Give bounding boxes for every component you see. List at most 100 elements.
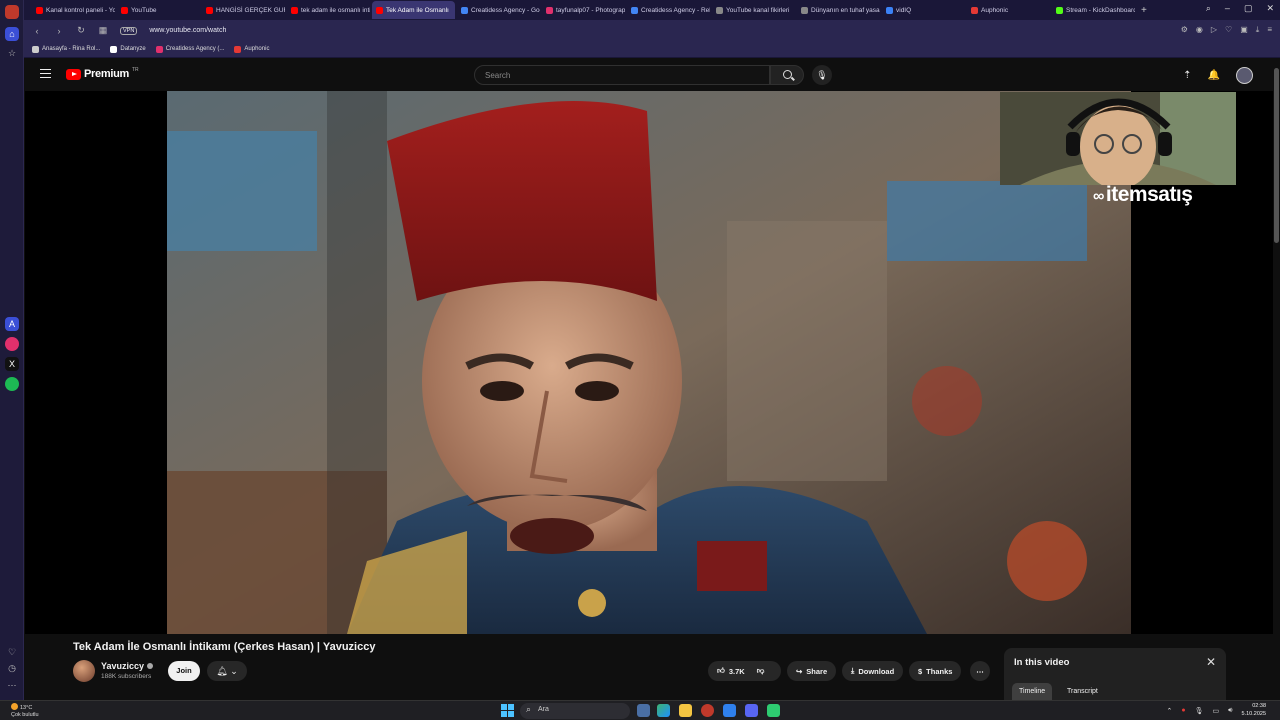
maximize-icon[interactable]: ▢ — [1244, 3, 1253, 14]
taskbar-search[interactable]: Ara — [520, 703, 630, 719]
search-tabs-icon[interactable]: ⌕ — [1206, 3, 1211, 14]
tab-favicon-icon — [376, 6, 383, 14]
search-input[interactable]: Search — [474, 65, 770, 85]
history-icon[interactable]: ◷ — [5, 661, 19, 675]
start-button[interactable] — [501, 704, 514, 717]
browser-tab[interactable]: Kanal kontrol paneli - You — [32, 1, 115, 19]
browser-tab[interactable]: YouTube kanal fikirleri — [712, 1, 795, 19]
browser-tab[interactable]: YouTube — [117, 1, 200, 19]
heart-icon[interactable]: ♡ — [5, 645, 19, 659]
youtube-logo[interactable]: Premium TR — [66, 67, 139, 80]
address-bar: ‹ › ↻ ▦ VPN www.youtube.com/watch ⚙ ◉ ▷ … — [24, 20, 1280, 41]
url-field[interactable]: www.youtube.com/watch — [149, 27, 226, 34]
notifications-bell-icon[interactable]: 🔔 — [1208, 70, 1220, 81]
thumbs-down-icon[interactable]: 👎︎ — [757, 666, 765, 676]
camera-icon[interactable]: ◉ — [1196, 25, 1203, 35]
extension-icon[interactable]: ⚙ — [1181, 25, 1188, 35]
voice-search-button[interactable]: 🎙 — [812, 65, 832, 85]
close-window-icon[interactable]: ✕ — [1266, 3, 1274, 14]
account-avatar[interactable] — [1236, 67, 1253, 84]
mic-tray-icon[interactable]: 🎙︎ — [1195, 707, 1204, 715]
tab-timeline[interactable]: Timeline — [1012, 683, 1053, 700]
verified-icon — [147, 663, 154, 669]
subscription-bell-button[interactable]: 🔔︎ ⌄ — [207, 661, 247, 681]
bookmark-item[interactable]: Creatidess Agency (... — [155, 45, 224, 53]
play-icon[interactable]: ▷ — [1211, 25, 1217, 35]
share-icon: ↪ — [796, 666, 803, 676]
browser-tab[interactable]: vidIQ — [882, 1, 965, 19]
hamburger-menu-icon[interactable] — [40, 69, 51, 78]
browser-tab[interactable]: Dünyanın en tuhaf yasala — [797, 1, 880, 19]
search-button[interactable] — [770, 65, 804, 85]
heart-icon[interactable]: ♡ — [1225, 25, 1232, 35]
star-icon[interactable]: ☆ — [5, 46, 19, 60]
home-icon[interactable]: ⌂ — [5, 27, 19, 41]
discord-icon[interactable] — [745, 704, 758, 717]
tray-chevron-icon[interactable]: ⌃ — [1166, 707, 1172, 715]
search-icon — [783, 70, 792, 79]
browser-tab[interactable]: Tek Adam ile Osmanlı — [372, 1, 455, 19]
more-actions-icon: ⋯ — [976, 666, 984, 676]
speed-dial-icon[interactable]: ▦ — [98, 25, 108, 36]
video-frame[interactable] — [167, 91, 1131, 634]
bookmark-item[interactable]: Datanyze — [110, 45, 146, 53]
tray-app-icon[interactable]: ● — [1181, 707, 1185, 714]
share-button[interactable]: ↪ Share — [787, 661, 837, 681]
wallet-icon[interactable]: ▣ — [1240, 25, 1248, 35]
date: 5.10.2025 — [1241, 710, 1266, 717]
browser-tab[interactable]: HANGİSİ GERÇEK GURBET — [202, 1, 285, 19]
weather-temp: 13°C — [20, 705, 33, 711]
scrollbar-thumb[interactable] — [1274, 68, 1279, 243]
download-icon[interactable]: ⤓ — [1256, 25, 1260, 35]
task-view-icon[interactable] — [637, 704, 650, 717]
like-dislike-button[interactable]: 👍︎ 3.7K 👎︎ — [708, 661, 781, 681]
bookmark-label: Datanyze — [120, 46, 146, 52]
forward-icon[interactable]: › — [54, 26, 64, 36]
browser-tab[interactable]: tek adam ile osmanlı intik — [287, 1, 370, 19]
reload-icon[interactable]: ↻ — [76, 25, 86, 36]
file-explorer-icon[interactable] — [679, 704, 692, 717]
clock[interactable]: 02:38 5.10.2025 — [1242, 703, 1266, 718]
tab-label: Creatidess Agency - Goog — [471, 6, 540, 14]
aria-icon[interactable]: A — [5, 317, 19, 331]
channel-avatar[interactable] — [73, 660, 95, 682]
browser-tab[interactable]: tayfunalp07 - Photograph — [542, 1, 625, 19]
copilot-icon[interactable] — [657, 704, 670, 717]
minimize-icon[interactable]: – — [1225, 3, 1230, 14]
browser-tab[interactable]: Creatidess Agency - Rekla — [627, 1, 710, 19]
download-button[interactable]: ⤓ Download — [842, 661, 904, 681]
new-tab-button[interactable]: + — [1141, 5, 1147, 16]
browser-tab[interactable]: Auphonic — [967, 1, 1050, 19]
bookmark-item[interactable]: Anasayfa - Rina Rol... — [32, 45, 100, 53]
volume-icon[interactable]: 🔊︎ — [1228, 707, 1232, 715]
bookmark-item[interactable]: Auphonic — [234, 45, 269, 53]
close-panel-icon[interactable]: ✕ — [1206, 655, 1216, 669]
more-actions-button[interactable]: ⋯ — [970, 661, 990, 681]
opera-menu-icon[interactable] — [5, 5, 19, 19]
app-green-icon[interactable] — [767, 704, 780, 717]
thanks-button[interactable]: $ Thanks — [909, 661, 962, 681]
more-icon[interactable]: ⋯ — [5, 678, 19, 692]
browser-tab[interactable]: Creatidess Agency - Goog — [457, 1, 540, 19]
browser-tab[interactable]: Stream - KickDashboard — [1052, 1, 1135, 19]
weather-widget[interactable]: 13°C Çok bulutlu — [11, 703, 39, 719]
tab-favicon-icon — [461, 6, 468, 14]
vpn-badge[interactable]: VPN — [120, 26, 138, 35]
page-scrollbar[interactable] — [1273, 58, 1280, 700]
opera-taskbar-icon[interactable] — [701, 704, 714, 717]
spotify-icon[interactable] — [5, 377, 19, 391]
channel-name-row[interactable]: Yavuziccy — [101, 661, 154, 671]
back-icon[interactable]: ‹ — [32, 26, 42, 36]
tab-bar: Kanal kontrol paneli - You YouTube HANGİSİ… — [24, 0, 1280, 20]
tab-transcript[interactable]: Transcript — [1060, 683, 1105, 700]
menu-icon[interactable]: ≡ — [1267, 25, 1272, 35]
create-icon[interactable]: ⇡ — [1183, 70, 1191, 81]
channel-name[interactable]: Yavuziccy — [101, 661, 144, 671]
app-icon[interactable] — [723, 704, 736, 717]
network-icon[interactable]: ▭ — [1212, 707, 1219, 715]
thumbs-up-icon[interactable]: 👍︎ — [717, 666, 725, 676]
instagram-icon[interactable] — [5, 337, 19, 351]
x-twitter-icon[interactable]: X — [5, 357, 19, 371]
join-button[interactable]: Join — [168, 661, 200, 681]
tab-favicon-icon — [886, 6, 893, 14]
